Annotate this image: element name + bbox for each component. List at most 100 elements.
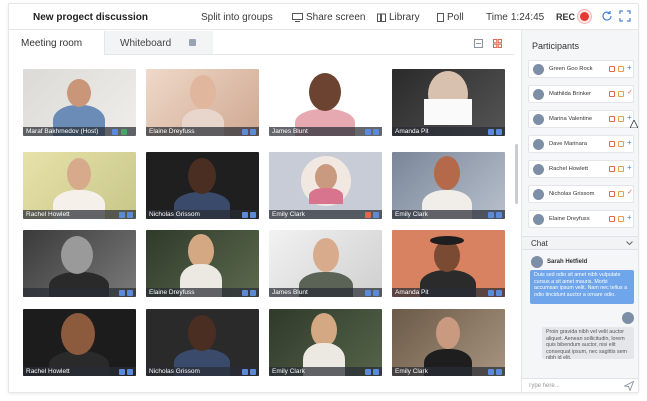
participant-name: Rachel Howlett: [549, 166, 588, 172]
mic-icon[interactable]: [618, 66, 624, 72]
add-icon[interactable]: +: [627, 64, 633, 72]
split-groups-button[interactable]: Split into groups: [201, 12, 273, 23]
mic-icon: [250, 129, 256, 135]
chat-icon[interactable]: [609, 66, 615, 72]
participant-name: Dave Marinara: [549, 141, 588, 147]
top-bar: New progect discussion Split into groups…: [9, 4, 638, 30]
camera-icon: [488, 129, 494, 135]
mic-icon: [373, 290, 379, 296]
participant-row[interactable]: Marina Valentine +: [528, 110, 638, 128]
share-screen-button[interactable]: Share screen: [292, 12, 365, 23]
camera-icon: [365, 290, 371, 296]
camera-icon: [119, 290, 125, 296]
camera-icon: [242, 369, 248, 375]
camera-icon: [365, 129, 371, 135]
participant-row[interactable]: Green Goo Rock +: [528, 60, 634, 78]
participant-row[interactable]: Rachel Howlett +: [528, 160, 634, 178]
chevron-down-icon[interactable]: [626, 241, 633, 246]
avatar: [622, 312, 634, 324]
split-groups-label: Split into groups: [201, 12, 273, 23]
fullscreen-icon[interactable]: [619, 10, 631, 22]
chat-header[interactable]: Chat: [522, 236, 638, 250]
avatar: [531, 256, 543, 268]
video-tile[interactable]: Elaine Dreyfuss: [146, 69, 259, 136]
avatar: [533, 114, 544, 125]
send-icon[interactable]: [624, 381, 634, 391]
mic-icon[interactable]: [618, 191, 624, 197]
share-screen-label: Share screen: [306, 12, 366, 23]
mic-icon[interactable]: [618, 216, 624, 222]
video-tile[interactable]: Emily Clark: [392, 309, 505, 376]
video-tile[interactable]: Nicholas Grissom: [146, 309, 259, 376]
grid-scrollbar[interactable]: [515, 144, 518, 204]
tab-whiteboard[interactable]: Whiteboard: [120, 38, 171, 49]
poll-icon: [437, 13, 444, 22]
avatar: [533, 64, 544, 75]
video-tile[interactable]: [23, 230, 136, 297]
single-view-icon[interactable]: [474, 39, 483, 48]
camera-icon: [365, 369, 371, 375]
camera-icon: [242, 290, 248, 296]
video-tile[interactable]: Nicholas Grissom: [146, 152, 259, 219]
chat-icon[interactable]: [609, 141, 615, 147]
mic-icon: [250, 369, 256, 375]
video-tile[interactable]: Emily Clark: [269, 152, 382, 219]
mic-icon[interactable]: [618, 166, 624, 172]
video-tile[interactable]: Maraf Bakhmedov (Host): [23, 69, 136, 136]
mic-icon: [250, 290, 256, 296]
chat-input[interactable]: [528, 381, 618, 391]
avatar: [533, 89, 544, 100]
participant-name: Nicholas Grissom: [549, 191, 595, 197]
video-tile[interactable]: Amanda Pit: [392, 69, 505, 136]
participant-row[interactable]: Nicholas Grissom ✓: [528, 185, 634, 203]
add-icon[interactable]: +: [627, 164, 633, 172]
video-tile[interactable]: Amanda Pit: [392, 230, 505, 297]
video-tile[interactable]: Rachel Howlett: [23, 309, 136, 376]
chat-message: Proin gravida nibh vel velit auctor aliq…: [542, 327, 634, 361]
chat-icon[interactable]: [609, 116, 615, 122]
chat-icon[interactable]: [609, 91, 615, 97]
library-button[interactable]: Library: [377, 12, 420, 23]
poll-button[interactable]: Poll: [437, 12, 464, 23]
rec-label: REC: [556, 12, 576, 22]
video-tile[interactable]: James Blunt: [269, 230, 382, 297]
tile-name: Maraf Bakhmedov (Host): [23, 127, 136, 136]
library-icon: [377, 13, 386, 22]
participant-name: Marina Valentine: [549, 116, 593, 122]
chat-icon[interactable]: [609, 191, 615, 197]
mic-icon: [127, 290, 133, 296]
mic-icon[interactable]: [618, 116, 624, 122]
participant-row[interactable]: Elaine Dreyfuss +: [528, 210, 634, 228]
mic-icon[interactable]: [618, 141, 624, 147]
grid-view-icon[interactable]: [493, 39, 502, 48]
video-tile[interactable]: Rachel Howlett: [23, 152, 136, 219]
avatar: [533, 164, 544, 175]
tab-meeting-room[interactable]: Meeting room: [9, 31, 105, 55]
monitor-icon: [292, 13, 303, 22]
poll-label: Poll: [447, 12, 464, 23]
camera-icon: [242, 212, 248, 218]
video-tile[interactable]: James Blunt: [269, 69, 382, 136]
check-icon[interactable]: ✓: [627, 89, 633, 96]
add-icon[interactable]: +: [627, 214, 633, 222]
camera-icon: [119, 369, 125, 375]
add-icon[interactable]: +: [627, 139, 633, 147]
app-window: New progect discussion Split into groups…: [8, 3, 639, 393]
video-tile[interactable]: Elaine Dreyfuss: [146, 230, 259, 297]
participant-name: Elaine Dreyfuss: [549, 216, 590, 222]
mic-icon[interactable]: [618, 91, 624, 97]
chat-icon[interactable]: [609, 166, 615, 172]
video-tile[interactable]: Emily Clark: [392, 152, 505, 219]
participant-row[interactable]: Mathilda Brinker ✓: [528, 85, 634, 103]
camera-icon: [242, 129, 248, 135]
chat-icon[interactable]: [609, 216, 615, 222]
mic-icon: [496, 212, 502, 218]
mic-icon: [127, 212, 133, 218]
check-icon[interactable]: ✓: [627, 189, 633, 196]
rotate-icon[interactable]: [601, 10, 613, 22]
participant-row[interactable]: Dave Marinara +: [528, 135, 634, 153]
record-button[interactable]: [577, 9, 592, 24]
record-icon: [580, 12, 589, 21]
whiteboard-icon[interactable]: [189, 39, 196, 46]
video-tile[interactable]: Emily Clark: [269, 309, 382, 376]
